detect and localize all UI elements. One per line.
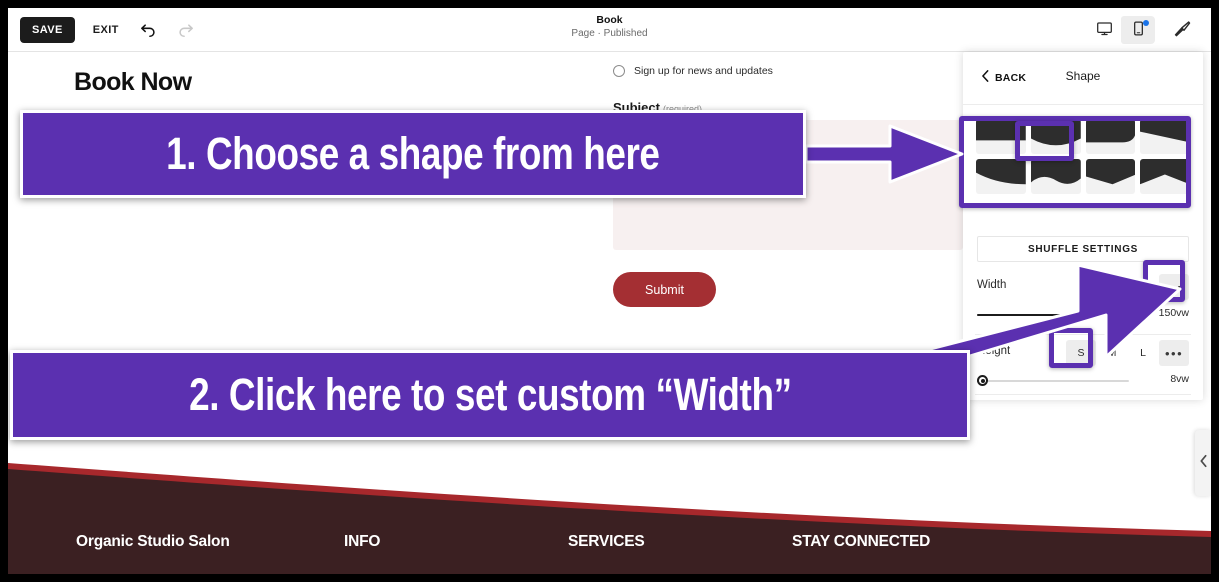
editor-toolbar: SAVE EXIT Book Page · Published	[8, 8, 1211, 52]
toolbar-left-group: SAVE EXIT	[20, 8, 197, 52]
newsletter-checkbox-row[interactable]: Sign up for news and updates	[613, 62, 963, 80]
annotation-step-1-text: 1. Choose a shape from here	[166, 128, 660, 179]
redo-button[interactable]	[174, 17, 197, 43]
annotation-arrow-1	[806, 124, 964, 184]
mobile-view-button[interactable]	[1121, 16, 1155, 44]
height-slider-row: 8vw	[977, 370, 1189, 392]
chevron-left-icon	[1199, 454, 1208, 473]
chevron-left-icon	[981, 70, 990, 85]
redo-arrow-icon	[176, 19, 195, 41]
panel-header: BACK Shape	[963, 52, 1203, 105]
screenshot-root: SAVE EXIT Book Page · Published Book Now…	[0, 0, 1219, 582]
site-footer: Organic Studio Salon INFO SERVICES STAY …	[8, 439, 1211, 574]
desktop-monitor-icon	[1096, 20, 1113, 40]
height-value: 8vw	[1170, 373, 1189, 385]
page-heading: Book Now	[74, 68, 192, 96]
theme-button[interactable]	[1167, 16, 1197, 44]
submit-button[interactable]: Submit	[613, 272, 716, 307]
panel-divider-bottom	[975, 394, 1191, 395]
footer-col-services[interactable]: SERVICES	[568, 533, 645, 551]
highlight-selected-shape	[1015, 121, 1074, 161]
undo-button[interactable]	[137, 17, 160, 43]
newsletter-label: Sign up for news and updates	[634, 65, 773, 77]
exit-button[interactable]: EXIT	[89, 18, 123, 42]
height-slider-thumb[interactable]	[977, 375, 988, 386]
save-button[interactable]: SAVE	[20, 17, 75, 43]
footer-col-stay-connected[interactable]: STAY CONNECTED	[792, 533, 930, 551]
checkbox-icon[interactable]	[613, 65, 625, 77]
panel-collapse-handle[interactable]	[1195, 430, 1211, 496]
desktop-view-button[interactable]	[1087, 16, 1121, 44]
back-label: BACK	[995, 71, 1027, 84]
annotation-step-2: 2. Click here to set custom “Width”	[10, 350, 970, 440]
annotation-step-2-text: 2. Click here to set custom “Width”	[188, 369, 792, 420]
undo-arrow-icon	[139, 19, 158, 41]
footer-brand: Organic Studio Salon	[76, 533, 230, 550]
back-button[interactable]: BACK	[975, 69, 1032, 86]
toolbar-right-group	[1087, 8, 1197, 52]
footer-columns: Organic Studio Salon INFO SERVICES STAY …	[8, 533, 1211, 559]
annotation-step-1: 1. Choose a shape from here	[20, 110, 806, 198]
paintbrush-icon	[1173, 19, 1192, 41]
mobile-notification-badge	[1143, 20, 1149, 26]
highlight-shape-grid	[959, 116, 1191, 208]
height-slider-track[interactable]	[977, 380, 1129, 382]
footer-col-info[interactable]: INFO	[344, 533, 380, 551]
viewport-switcher	[1087, 16, 1155, 44]
